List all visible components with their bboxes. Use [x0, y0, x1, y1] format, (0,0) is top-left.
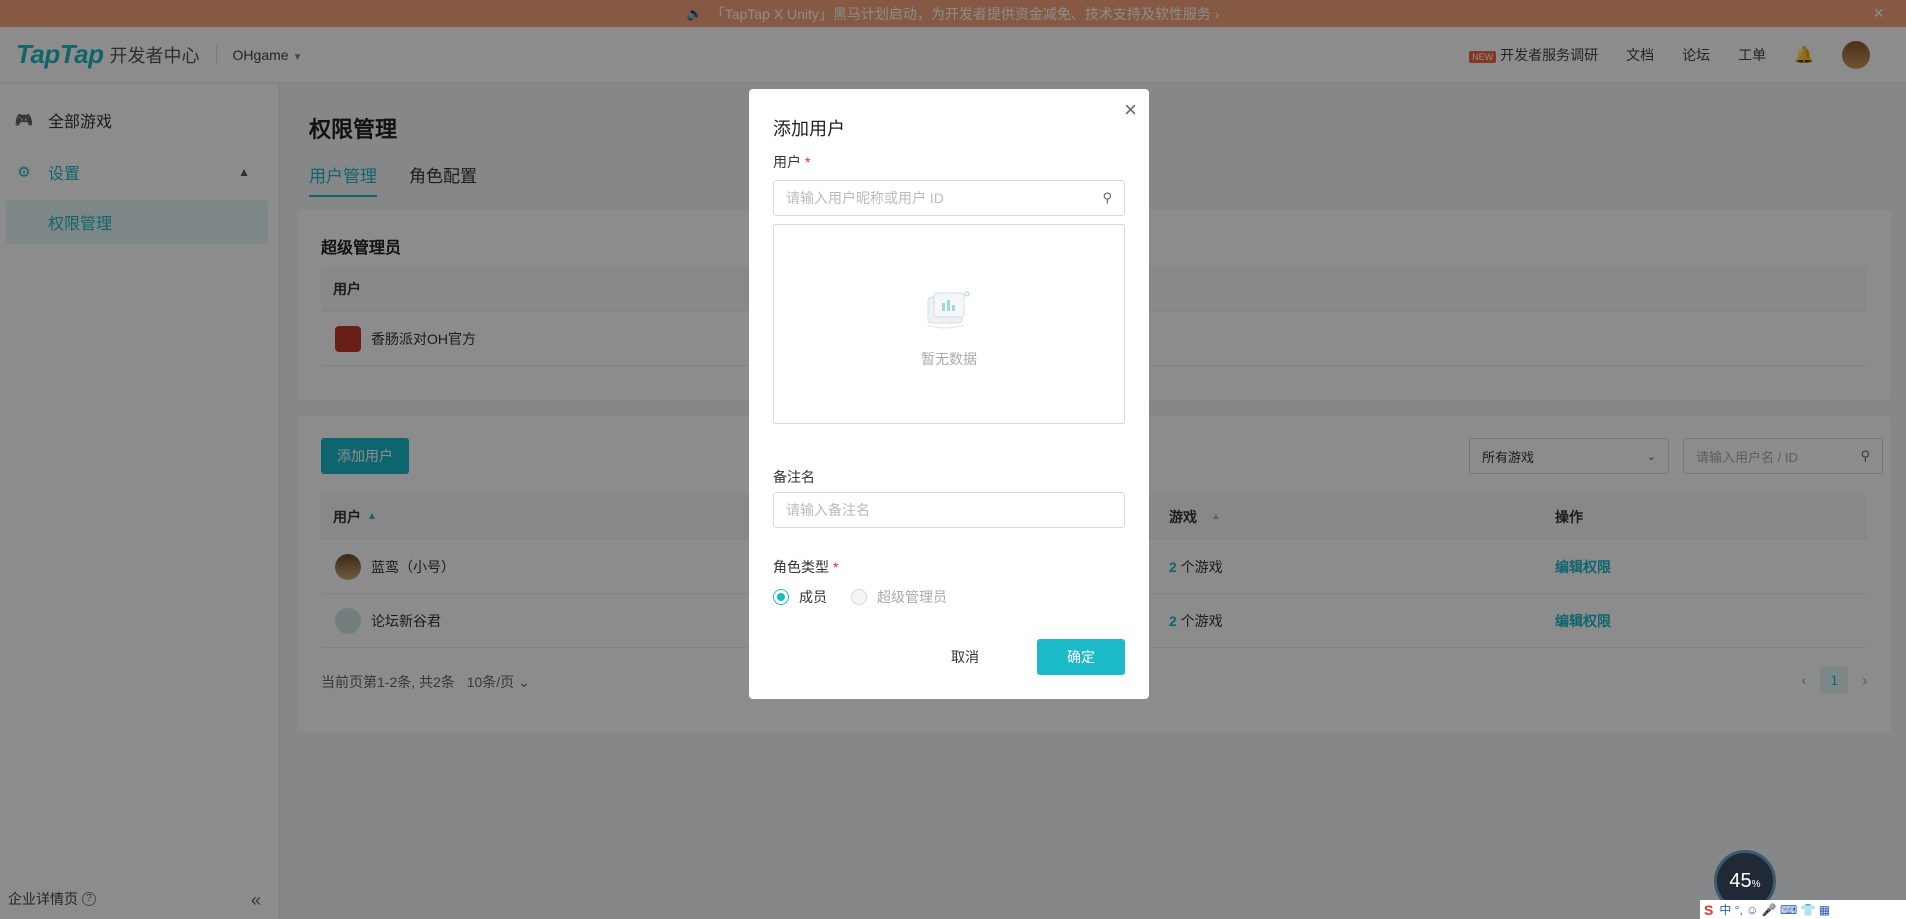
sogou-icon: S [1704, 901, 1714, 918]
role-radio-group: 成员 超级管理员 [773, 587, 947, 607]
add-user-dialog: × 添加用户 用户 * 请输入用户昵称或用户 ID ⚲ 暂无数据 备注名 请输入备… [749, 89, 1149, 699]
ime-toolbar[interactable]: S 中 °, ☺ 🎤 ⌨ 👕 ▦ [1700, 900, 1906, 919]
remark-input[interactable]: 请输入备注名 [773, 492, 1125, 528]
radio-super-admin[interactable] [851, 589, 867, 605]
search-icon: ⚲ [1102, 190, 1112, 205]
remark-placeholder: 请输入备注名 [786, 502, 870, 518]
gauge-unit: % [1751, 878, 1761, 890]
user-results-list: 暂无数据 [773, 224, 1125, 424]
confirm-button[interactable]: 确定 [1037, 639, 1125, 675]
label-text: 用户 [773, 154, 801, 170]
label-text: 角色类型 [773, 559, 829, 575]
radio-member[interactable] [773, 589, 789, 605]
cancel-button[interactable]: 取消 [929, 639, 1001, 675]
dialog-title: 添加用户 [773, 119, 845, 139]
gauge-value: 45 [1729, 869, 1752, 892]
empty-text: 暂无数据 [921, 351, 977, 367]
user-field-label: 用户 * [773, 152, 810, 172]
radio-member-label[interactable]: 成员 [799, 587, 827, 607]
user-search-field[interactable]: 请输入用户昵称或用户 ID ⚲ [773, 180, 1125, 216]
remark-field-label: 备注名 [773, 469, 815, 485]
required-mark: * [833, 559, 839, 575]
required-mark: * [805, 154, 811, 170]
radio-super-admin-label[interactable]: 超级管理员 [877, 587, 947, 607]
close-icon[interactable]: × [1124, 97, 1137, 123]
empty-data-icon [927, 291, 970, 329]
user-search-placeholder: 请输入用户昵称或用户 ID [786, 190, 944, 206]
role-type-label: 角色类型 * [773, 557, 838, 577]
ime-tray-text: 中 °, ☺ 🎤 ⌨ 👕 ▦ [1719, 903, 1831, 917]
